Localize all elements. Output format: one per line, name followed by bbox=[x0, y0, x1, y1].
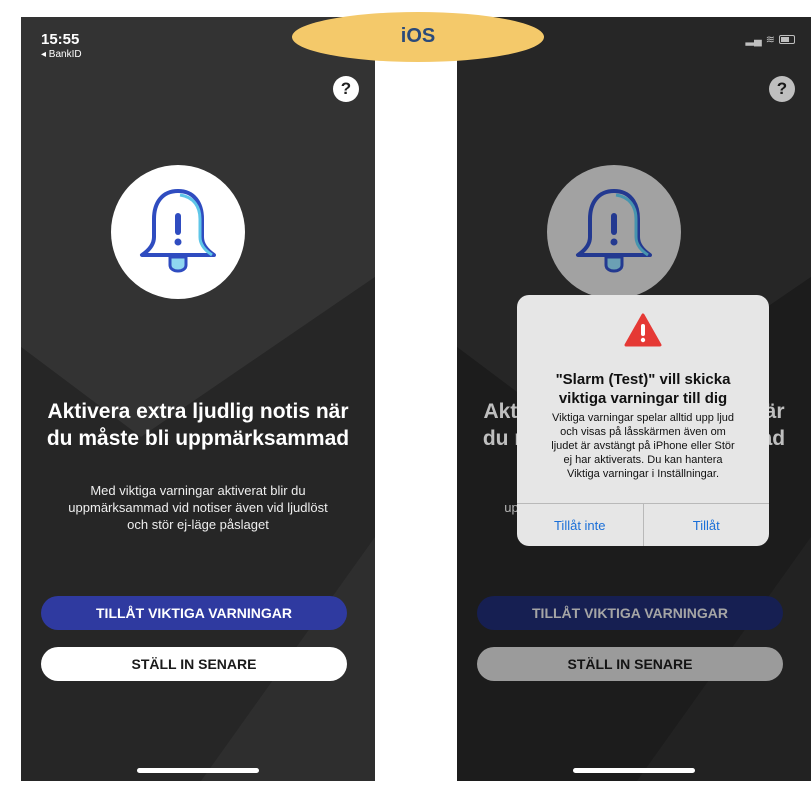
help-button[interactable]: ? bbox=[333, 76, 359, 102]
allow-critical-alerts-button[interactable]: TILLÅT VIKTIGA VARNINGAR bbox=[41, 596, 347, 630]
status-bar: 15:55 ◂ BankID bbox=[41, 31, 82, 60]
status-time: 15:55 bbox=[41, 31, 80, 48]
set-up-later-button[interactable]: STÄLL IN SENARE bbox=[41, 647, 347, 681]
dont-allow-button[interactable]: Tillåt inte bbox=[517, 504, 643, 546]
home-indicator bbox=[137, 768, 259, 773]
headline: Aktivera extra ljudlig notis när du måst… bbox=[46, 400, 350, 450]
alert-title: "Slarm (Test)" vill skicka viktiga varni… bbox=[555, 371, 731, 407]
phone-screen-left: 15:55 ◂ BankID ? Aktivera extra ljudlig … bbox=[21, 17, 375, 781]
allow-button[interactable]: Tillåt bbox=[642, 504, 770, 546]
platform-badge: iOS bbox=[292, 12, 544, 62]
back-to-app-link[interactable]: ◂ BankID bbox=[41, 49, 82, 60]
bell-icon bbox=[140, 189, 216, 273]
critical-alerts-permission-dialog: "Slarm (Test)" vill skicka viktiga varni… bbox=[517, 295, 769, 546]
home-indicator bbox=[573, 768, 695, 773]
alert-button-row: Tillåt inte Tillåt bbox=[517, 503, 769, 546]
alert-message: Viktiga varningar spelar alltid upp ljud… bbox=[551, 412, 735, 480]
description: Med viktiga varningar aktiverat blir du … bbox=[68, 483, 328, 532]
bell-illustration bbox=[111, 165, 245, 299]
warning-icon bbox=[624, 313, 662, 347]
